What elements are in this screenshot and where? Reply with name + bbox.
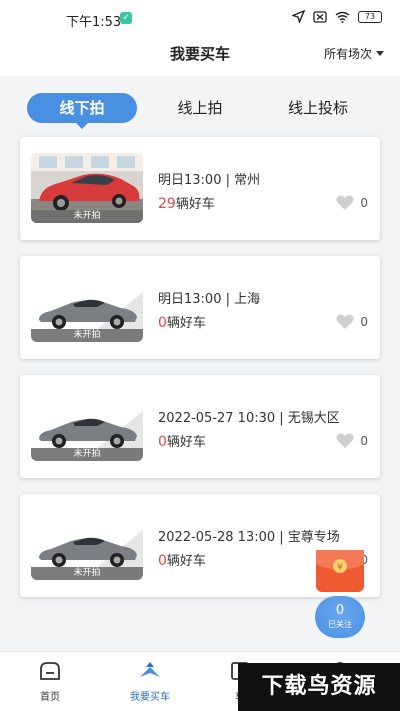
red-envelope-icon: ¥ — [316, 550, 364, 573]
app-notification-icon: ✓ — [120, 12, 132, 24]
location-arrow-icon — [292, 10, 305, 23]
auction-card[interactable]: 未开拍 2022-05-27 10:30 | 无锡大区 0辆好车 0 — [20, 375, 380, 478]
heart-icon — [336, 433, 354, 448]
nav-home[interactable]: 首页 — [10, 660, 90, 703]
home-icon — [40, 662, 60, 680]
auction-title: 明日13:00 | 上海 — [158, 292, 261, 307]
status-icons: 73 — [292, 10, 382, 23]
tab-online-bidding[interactable]: 线上投标 — [270, 93, 366, 123]
nav-label: 首页 — [40, 692, 60, 703]
auction-title: 2022-05-28 13:00 | 宝尊专场 — [158, 530, 340, 545]
favorite-button[interactable]: 0 — [336, 314, 368, 329]
auction-card[interactable]: 未开拍 明日13:00 | 上海 0辆好车 0 — [20, 256, 380, 359]
favorite-button[interactable]: 0 — [336, 195, 368, 210]
auction-car-count: 0辆好车 — [158, 312, 206, 331]
auction-thumbnail: 未开拍 — [31, 153, 143, 223]
favorite-count: 0 — [360, 314, 368, 329]
auction-status-label: 未开拍 — [31, 448, 143, 461]
status-bar: 下午1:53 ✓ 73 — [0, 0, 400, 36]
nav-label: 我要买车 — [130, 692, 170, 703]
auction-thumbnail: 未开拍 — [31, 391, 143, 461]
no-sim-icon — [313, 10, 327, 23]
followed-button[interactable]: 0 已关注 — [315, 596, 365, 638]
car-count-suffix: 辆好车 — [166, 316, 206, 331]
auction-thumbnail: 未开拍 — [31, 272, 143, 342]
favorite-count: 0 — [360, 195, 368, 210]
auction-car-count: 0辆好车 — [158, 550, 206, 569]
car-count-number: 0 — [158, 315, 167, 331]
heart-icon — [336, 195, 354, 210]
header: 我要买车 所有场次 — [0, 36, 400, 76]
tab-offline-auction[interactable]: 线下拍 — [27, 93, 137, 129]
car-count-number: 0 — [158, 434, 167, 450]
nav-buy-car[interactable]: 我要买车 — [110, 660, 190, 703]
auction-thumbnail: 未开拍 — [31, 510, 143, 580]
car-count-suffix: 辆好车 — [166, 554, 206, 569]
session-filter-label: 所有场次 — [323, 47, 372, 61]
svg-text:¥: ¥ — [337, 563, 343, 573]
followed-count: 0 — [335, 603, 345, 618]
battery-icon: 73 — [358, 10, 382, 23]
wifi-icon — [335, 11, 350, 23]
auction-status-label: 未开拍 — [31, 210, 143, 223]
auction-card[interactable]: 未开拍 明日13:00 | 常州 29辆好车 0 — [20, 137, 380, 240]
session-filter-dropdown[interactable]: 所有场次 — [324, 45, 384, 62]
red-envelope-button[interactable]: ¥ — [316, 550, 364, 592]
caret-down-icon — [376, 51, 384, 56]
car-count-suffix: 辆好车 — [166, 435, 206, 450]
car-count-number: 0 — [158, 553, 167, 569]
auction-car-count: 0辆好车 — [158, 431, 206, 450]
auction-car-count: 29辆好车 — [158, 193, 215, 212]
status-time: 下午1:53 — [66, 15, 122, 30]
auction-status-label: 未开拍 — [31, 567, 143, 580]
heart-icon — [336, 314, 354, 329]
favorite-button[interactable]: 0 — [336, 433, 368, 448]
favorite-count: 0 — [360, 433, 368, 448]
tab-online-auction[interactable]: 线上拍 — [150, 93, 250, 123]
auction-title: 2022-05-27 10:30 | 无锡大区 — [158, 411, 340, 426]
watermark-banner: 下载鸟资源 — [238, 663, 400, 711]
car-count-suffix: 辆好车 — [175, 197, 215, 212]
buy-car-icon — [140, 662, 160, 677]
car-count-number: 29 — [158, 196, 176, 212]
auction-title: 明日13:00 | 常州 — [158, 173, 261, 188]
auction-type-tabs: 线下拍 线上拍 线上投标 — [0, 76, 400, 132]
auction-status-label: 未开拍 — [31, 329, 143, 342]
followed-label: 已关注 — [328, 620, 352, 629]
